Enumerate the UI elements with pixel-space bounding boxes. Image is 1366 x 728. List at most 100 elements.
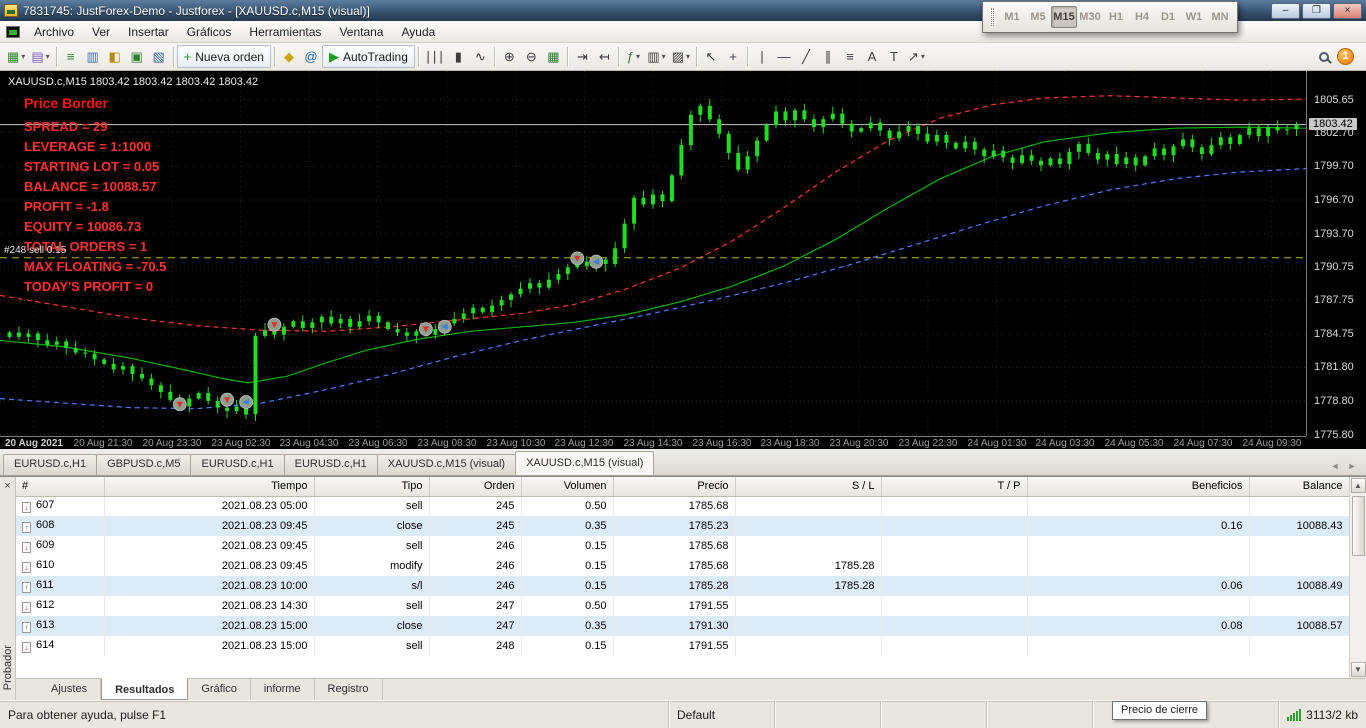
table-row[interactable]: ↑ 611 2021.08.23 10:00 s/l 246 0.15 1785.28 178…: [16, 576, 1350, 596]
cell-volume: 0.50: [521, 596, 614, 616]
crosshair-button[interactable]: +: [722, 45, 744, 68]
horizontal-line-button[interactable]: ―: [773, 45, 795, 68]
chart-bars-button[interactable]: ∣∣∣: [422, 45, 448, 68]
search-icon[interactable]: [1319, 51, 1329, 62]
zoom-out-button[interactable]: ⊖: [520, 45, 542, 68]
scroll-down-icon[interactable]: ▼: [1350, 662, 1366, 677]
tester-tab-informe[interactable]: informe: [251, 679, 315, 700]
periods-button[interactable]: ▥ ▾: [644, 45, 668, 68]
timeframe-d1-button[interactable]: D1: [1155, 6, 1181, 28]
tester-tab-gráfico[interactable]: Gráfico: [188, 679, 251, 700]
chart-shift-button[interactable]: ↤: [593, 45, 615, 68]
navigator-button[interactable]: ◧: [104, 45, 126, 68]
chart-window-icon[interactable]: [6, 25, 20, 38]
menu-ver[interactable]: Ver: [83, 21, 119, 43]
fibonacci-button[interactable]: ≡: [839, 45, 861, 68]
restore-button[interactable]: ❐: [1302, 2, 1331, 19]
tab-scroll-left-icon[interactable]: ◄: [1328, 461, 1342, 471]
col-#[interactable]: #: [16, 477, 105, 497]
menu-ventana[interactable]: Ventana: [330, 21, 392, 43]
chart-plot[interactable]: [0, 71, 1307, 436]
chart-area[interactable]: XAUUSD.c,M15 1803.42 1803.42 1803.42 180…: [0, 71, 1366, 449]
mql-community-button[interactable]: @: [300, 45, 322, 68]
table-row[interactable]: ↓ 609 2021.08.23 09:45 sell 246 0.15 1785.68: [16, 536, 1350, 556]
table-row[interactable]: ↓ 610 2021.08.23 09:45 modify 246 0.15 1785.68…: [16, 556, 1350, 576]
chart-tab-2[interactable]: EURUSD.c,H1: [190, 454, 285, 475]
cursor-button[interactable]: ↖: [700, 45, 722, 68]
tester-tab-ajustes[interactable]: Ajustes: [38, 679, 102, 700]
timeframe-m5-button[interactable]: M5: [1025, 6, 1051, 28]
text-button[interactable]: A: [861, 45, 883, 68]
templates-button[interactable]: ▨ ▾: [669, 45, 693, 68]
price-tick: 1775.80: [1314, 429, 1354, 441]
menu-insertar[interactable]: Insertar: [119, 21, 178, 43]
chart-candles-button[interactable]: ▮: [447, 45, 469, 68]
chart-tab-5[interactable]: XAUUSD.c,M15 (visual): [515, 451, 655, 475]
vertical-line-button[interactable]: ∣: [751, 45, 773, 68]
table-row[interactable]: ↑ 613 2021.08.23 15:00 close 247 0.35 1791.30 0…: [16, 616, 1350, 636]
table-row[interactable]: ↓ 612 2021.08.23 14:30 sell 247 0.50 1791.55: [16, 596, 1350, 616]
col-tiempo[interactable]: Tiempo: [104, 477, 315, 497]
chart-tab-4[interactable]: XAUUSD.c,M15 (visual): [376, 454, 517, 475]
results-header-row[interactable]: # Tiempo Tipo Orden Volumen Precio S / LT / PB…: [16, 477, 1350, 497]
autotrading-button[interactable]: ▶ AutoTrading: [321, 45, 415, 68]
data-window-button[interactable]: ▥: [82, 45, 104, 68]
timeframe-mn-button[interactable]: MN: [1207, 6, 1233, 28]
menu-bar-items: Archivo Ver Insertar Gráficos Herramientas Ve…: [25, 21, 444, 43]
menu-herramientas[interactable]: Herramientas: [240, 21, 330, 43]
col-volumen[interactable]: Volumen: [521, 477, 614, 497]
chart-tab-1[interactable]: GBPUSD.c,M5: [96, 454, 192, 475]
timeframe-m30-button[interactable]: M30: [1077, 6, 1103, 28]
col-balance[interactable]: Balance: [1249, 477, 1350, 497]
tester-tab-registro[interactable]: Registro: [315, 679, 383, 700]
zoom-in-button[interactable]: ⊕: [498, 45, 520, 68]
timeframe-w1-button[interactable]: W1: [1181, 6, 1207, 28]
chart-tab-0[interactable]: EURUSD.c,H1: [3, 454, 98, 475]
timeframe-h1-button[interactable]: H1: [1103, 6, 1129, 28]
tile-windows-icon: ▦: [547, 49, 560, 64]
table-row[interactable]: ↓ 607 2021.08.23 05:00 sell 245 0.50 1785.68: [16, 496, 1350, 516]
col-orden[interactable]: Orden: [429, 477, 522, 497]
chart-line-button[interactable]: ∿: [469, 45, 491, 68]
metaeditor-button[interactable]: ◆: [278, 45, 300, 68]
scrollbar-thumb[interactable]: [1351, 496, 1365, 556]
toolbar-drag-handle[interactable]: [991, 8, 994, 26]
cell-price: 1791.55: [613, 636, 736, 656]
new-order-button[interactable]: + Nueva orden: [176, 45, 271, 68]
status-profile[interactable]: Default: [668, 701, 774, 728]
menu-gráficos[interactable]: Gráficos: [178, 21, 241, 43]
col-beneficios[interactable]: Beneficios: [1027, 477, 1250, 497]
auto-scroll-button[interactable]: ⇥: [571, 45, 593, 68]
col-precio[interactable]: Precio: [613, 477, 736, 497]
text-label-button[interactable]: T: [883, 45, 905, 68]
menu-archivo[interactable]: Archivo: [25, 21, 83, 43]
minimize-button[interactable]: –: [1271, 2, 1300, 19]
tile-windows-button[interactable]: ▦: [542, 45, 564, 68]
menu-ayuda[interactable]: Ayuda: [392, 21, 444, 43]
table-row[interactable]: ↑ 608 2021.08.23 09:45 close 245 0.35 1785.23 0…: [16, 516, 1350, 536]
scroll-up-icon[interactable]: ▲: [1350, 478, 1366, 493]
market-watch-button[interactable]: ≡: [60, 45, 82, 68]
new-chart-button[interactable]: ▦ ▾: [4, 45, 28, 68]
terminal-button[interactable]: ▣: [126, 45, 148, 68]
tester-close-icon[interactable]: ×: [1, 480, 14, 493]
channel-button[interactable]: ∥: [817, 45, 839, 68]
arrows-button[interactable]: ↗ ▾: [905, 45, 928, 68]
strategy-tester-button[interactable]: ▧: [148, 45, 170, 68]
chart-tab-3[interactable]: EURUSD.c,H1: [283, 454, 378, 475]
col-tipo[interactable]: Tipo: [314, 477, 430, 497]
timeframe-h4-button[interactable]: H4: [1129, 6, 1155, 28]
indicators-button[interactable]: ƒ ▾: [622, 45, 644, 68]
results-scrollbar[interactable]: ▲ ▼: [1349, 477, 1366, 678]
tab-scroll-right-icon[interactable]: ►: [1345, 461, 1359, 471]
timeframe-m15-button[interactable]: M15: [1051, 6, 1077, 28]
col-sl[interactable]: S / L: [735, 477, 882, 497]
timeframe-m1-button[interactable]: M1: [999, 6, 1025, 28]
table-row[interactable]: ↓ 614 2021.08.23 15:00 sell 248 0.15 1791.55: [16, 636, 1350, 656]
col-tp[interactable]: T / P: [881, 477, 1028, 497]
close-button[interactable]: ×: [1333, 2, 1362, 19]
notification-badge[interactable]: 1: [1337, 48, 1354, 65]
trendline-button[interactable]: ╱: [795, 45, 817, 68]
tester-tab-resultados[interactable]: Resultados: [101, 678, 189, 700]
profiles-button[interactable]: ▤ ▾: [28, 45, 52, 68]
